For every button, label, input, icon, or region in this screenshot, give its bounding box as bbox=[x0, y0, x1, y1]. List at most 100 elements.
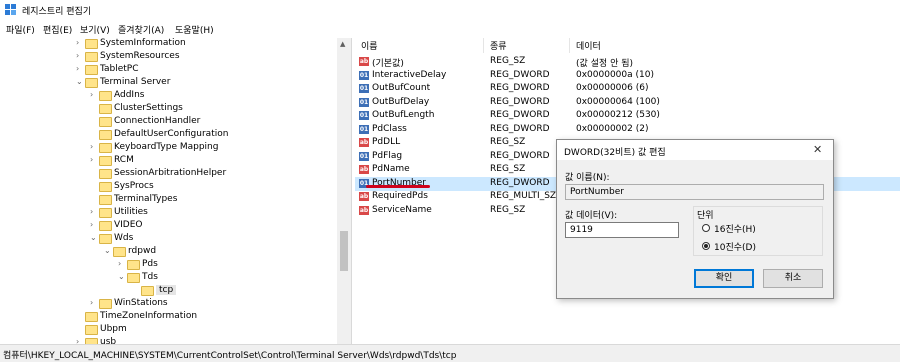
tree-node-label[interactable]: rdpwd bbox=[128, 246, 156, 256]
tree-node[interactable]: SysProcs bbox=[0, 181, 337, 194]
cancel-button[interactable]: 취소 bbox=[763, 269, 823, 288]
ok-button[interactable]: 확인 bbox=[694, 269, 754, 288]
tree-node[interactable]: SessionArbitrationHelper bbox=[0, 168, 337, 181]
tree-node[interactable]: › Pds bbox=[0, 259, 337, 272]
tree-node[interactable]: ⌄ rdpwd bbox=[0, 246, 337, 259]
expand-icon[interactable]: › bbox=[90, 298, 98, 307]
expand-icon[interactable]: › bbox=[76, 337, 84, 344]
collapse-icon[interactable]: ⌄ bbox=[76, 77, 84, 86]
expand-icon[interactable]: › bbox=[90, 207, 98, 216]
tree-node[interactable]: ⌄ Terminal Server bbox=[0, 77, 337, 90]
decimal-radio-label[interactable]: 10진수(D) bbox=[714, 240, 756, 253]
value-row[interactable]: 01 OutBufDelay REG_DWORD 0x00000064 (100) bbox=[355, 96, 900, 110]
tree-node[interactable]: › KeyboardType Mapping bbox=[0, 142, 337, 155]
tree-node[interactable]: tcp bbox=[0, 285, 337, 298]
value-row[interactable]: 01 InteractiveDelay REG_DWORD 0x0000000a (1… bbox=[355, 69, 900, 83]
column-divider[interactable] bbox=[569, 38, 570, 53]
decimal-radio[interactable] bbox=[702, 242, 710, 250]
tree-node[interactable]: Ubpm bbox=[0, 324, 337, 337]
expand-icon[interactable]: › bbox=[118, 259, 126, 268]
tree-node-label[interactable]: WinStations bbox=[114, 298, 168, 308]
scroll-up-icon[interactable]: ▲ bbox=[340, 40, 345, 48]
tree-node-label[interactable]: Utilities bbox=[114, 207, 148, 217]
value-name: ServiceName bbox=[372, 204, 432, 215]
tree-node-label[interactable]: TabletPC bbox=[100, 64, 139, 74]
expand-icon[interactable]: › bbox=[76, 38, 84, 47]
collapse-icon[interactable]: ⌄ bbox=[90, 233, 98, 242]
tree-node-label[interactable]: VIDEO bbox=[114, 220, 143, 230]
tree-node-label[interactable]: SystemInformation bbox=[100, 38, 186, 48]
column-header-type[interactable]: 종류 bbox=[490, 39, 507, 52]
scroll-thumb[interactable] bbox=[340, 231, 348, 271]
tree-node-label[interactable]: SessionArbitrationHelper bbox=[114, 168, 226, 178]
tree-node[interactable]: › WinStations bbox=[0, 298, 337, 311]
tree-node[interactable]: › SystemInformation bbox=[0, 38, 337, 51]
tree-node[interactable]: ConnectionHandler bbox=[0, 116, 337, 129]
menu-favorites[interactable]: 즐겨찾기(A) bbox=[118, 23, 164, 36]
tree-node-label[interactable]: tcp bbox=[156, 285, 177, 295]
tree-node-label[interactable]: TerminalTypes bbox=[114, 194, 177, 204]
value-data-input[interactable]: 9119 bbox=[565, 222, 679, 238]
value-row[interactable]: 01 PdClass REG_DWORD 0x00000002 (2) bbox=[355, 123, 900, 137]
tree-node-label[interactable]: SysProcs bbox=[114, 181, 154, 191]
tree-node[interactable]: › AddIns bbox=[0, 90, 337, 103]
tree-node-label[interactable]: ConnectionHandler bbox=[114, 116, 200, 126]
folder-icon bbox=[85, 78, 98, 88]
binary-value-icon: 01 bbox=[359, 70, 369, 80]
tree-node-label[interactable]: ClusterSettings bbox=[114, 103, 183, 113]
tree-node[interactable]: ClusterSettings bbox=[0, 103, 337, 116]
value-type: REG_DWORD bbox=[490, 177, 550, 188]
tree-node-label[interactable]: SystemResources bbox=[100, 51, 180, 61]
close-icon[interactable]: ✕ bbox=[813, 143, 822, 156]
tree-node[interactable]: › SystemResources bbox=[0, 51, 337, 64]
expand-icon[interactable]: › bbox=[90, 90, 98, 99]
collapse-icon[interactable]: ⌄ bbox=[118, 272, 126, 281]
tree-node[interactable]: › VIDEO bbox=[0, 220, 337, 233]
value-name: PdClass bbox=[372, 123, 407, 134]
tree-node-label[interactable]: TimeZoneInformation bbox=[100, 311, 197, 321]
column-header-data[interactable]: 데이터 bbox=[576, 39, 601, 52]
expand-icon[interactable]: › bbox=[76, 51, 84, 60]
tree-node[interactable]: › TabletPC bbox=[0, 64, 337, 77]
menu-view[interactable]: 보기(V) bbox=[80, 23, 110, 36]
collapse-icon[interactable]: ⌄ bbox=[104, 246, 112, 255]
column-header-name[interactable]: 이름 bbox=[361, 39, 378, 52]
expand-icon[interactable]: › bbox=[76, 64, 84, 73]
value-row[interactable]: 01 OutBufCount REG_DWORD 0x00000006 (6) bbox=[355, 82, 900, 96]
value-data: (값 설정 안 됨) bbox=[576, 59, 634, 69]
tree-node-label[interactable]: Tds bbox=[142, 272, 158, 282]
tree-scrollbar[interactable]: ▲ bbox=[337, 38, 351, 344]
tree-node-label[interactable]: usb bbox=[100, 337, 116, 344]
tree-node-label[interactable]: Terminal Server bbox=[100, 77, 170, 87]
menu-edit[interactable]: 편집(E) bbox=[43, 23, 72, 36]
hex-radio-label[interactable]: 16진수(H) bbox=[714, 222, 756, 235]
value-row[interactable]: 01 OutBufLength REG_DWORD 0x00000212 (530) bbox=[355, 109, 900, 123]
tree-node-label[interactable]: RCM bbox=[114, 155, 134, 165]
value-type: REG_DWORD bbox=[490, 83, 550, 93]
tree-node-label[interactable]: Pds bbox=[142, 259, 158, 269]
tree-node-label[interactable]: Ubpm bbox=[100, 324, 127, 334]
tree-node-label[interactable]: Wds bbox=[114, 233, 133, 243]
expand-icon[interactable]: › bbox=[90, 155, 98, 164]
column-divider[interactable] bbox=[483, 38, 484, 53]
menu-help[interactable]: 도움말(H) bbox=[175, 23, 214, 36]
tree-node[interactable]: › usb bbox=[0, 337, 337, 344]
tree-node[interactable]: DefaultUserConfiguration bbox=[0, 129, 337, 142]
tree-node[interactable]: ⌄ Tds bbox=[0, 272, 337, 285]
tree-node-label[interactable]: KeyboardType Mapping bbox=[114, 142, 218, 152]
tree-node[interactable]: TimeZoneInformation bbox=[0, 311, 337, 324]
tree-node[interactable]: › RCM bbox=[0, 155, 337, 168]
tree-node-label[interactable]: AddIns bbox=[114, 90, 144, 100]
expand-icon[interactable]: › bbox=[90, 220, 98, 229]
tree-node[interactable]: TerminalTypes bbox=[0, 194, 337, 207]
binary-value-icon: 01 bbox=[359, 151, 369, 161]
tree-node[interactable]: › Utilities bbox=[0, 207, 337, 220]
menu-file[interactable]: 파일(F) bbox=[6, 23, 35, 36]
tree-node[interactable]: ⌄ Wds bbox=[0, 233, 337, 246]
folder-icon bbox=[99, 130, 112, 140]
value-name: OutBufDelay bbox=[372, 96, 430, 107]
hex-radio[interactable] bbox=[702, 224, 710, 232]
expand-icon[interactable]: › bbox=[90, 142, 98, 151]
value-row[interactable]: ab (기본값) REG_SZ (값 설정 안 됨) bbox=[355, 55, 900, 69]
tree-node-label[interactable]: DefaultUserConfiguration bbox=[114, 129, 228, 139]
